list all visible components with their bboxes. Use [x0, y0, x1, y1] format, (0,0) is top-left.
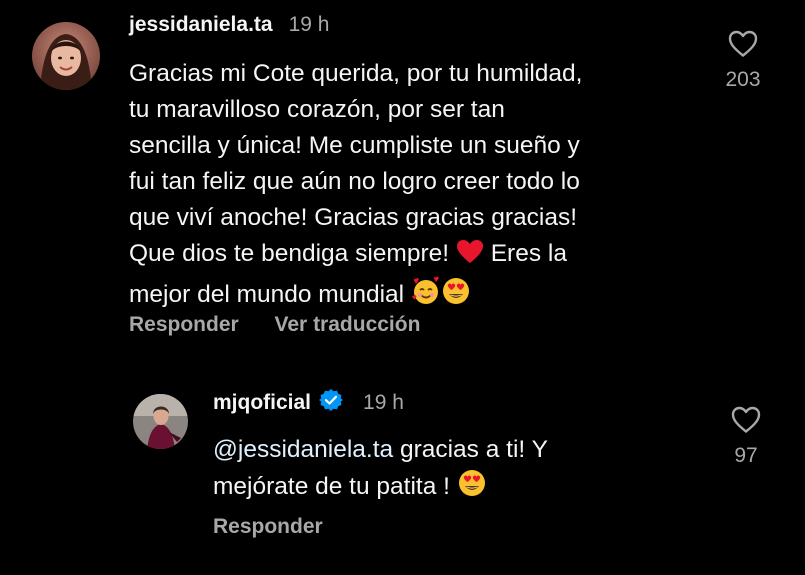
reply-text-line: mejórate de tu patita !	[213, 468, 693, 509]
comment-username[interactable]: jessidaniela.ta	[129, 13, 273, 37]
comment-text-line: tu maravilloso corazón, por ser tan	[129, 96, 505, 123]
heart-outline-icon[interactable]	[731, 406, 761, 434]
reply-button[interactable]: Responder	[213, 515, 323, 538]
smiling-face-with-hearts-emoji	[411, 276, 441, 317]
comment-text-line: Gracias mi Cote querida, por tu humildad…	[129, 60, 583, 87]
reply-text-line: @jessidaniela.ta gracias a ti! Y	[213, 432, 693, 468]
see-translation-button[interactable]: Ver traducción	[275, 313, 421, 336]
comment-like-group: 203	[713, 30, 773, 92]
verified-badge-icon	[319, 388, 344, 418]
comment-header: jessidaniela.ta 19 h	[129, 11, 329, 39]
heart-eyes-emoji	[457, 468, 487, 509]
comment-text-line: que viví anoche! Gracias gracias gracias…	[129, 204, 578, 231]
reply-text-segment: gracias a ti! Y	[393, 436, 548, 463]
reply-header: mjqoficial 19 h	[213, 388, 404, 418]
reply-text: @jessidaniela.ta gracias a ti! Y mejórat…	[213, 432, 693, 509]
reply-like-group: 97	[716, 406, 776, 468]
comment-text-line: mejor del mundo mundial	[129, 276, 709, 317]
avatar-jessidaniela[interactable]	[32, 22, 100, 90]
comment-jessidaniela: jessidaniela.ta 19 h Gracias mi Cote que…	[0, 0, 805, 360]
reply-actions: Responder	[213, 515, 323, 539]
reply-time: 19 h	[363, 391, 404, 414]
comment-text-line: fui tan feliz que aún no logro creer tod…	[129, 168, 580, 195]
comment-text-segment: Que dios te bendiga siempre!	[129, 240, 450, 267]
comment-text: Gracias mi Cote querida, por tu humildad…	[129, 56, 709, 317]
comment-time: 19 h	[288, 13, 330, 36]
reply-text-segment: mejórate de tu patita !	[213, 473, 450, 500]
comment-text-segment: Eres la	[490, 240, 567, 267]
like-count: 97	[734, 444, 758, 467]
reply-username[interactable]: mjqoficial	[213, 391, 311, 415]
avatar-mjqoficial[interactable]	[133, 394, 188, 449]
red-heart-emoji	[456, 239, 484, 276]
comment-text-line: Que dios te bendiga siempre! Eres la	[129, 236, 709, 276]
comment-actions: Responder Ver traducción	[129, 313, 420, 337]
mention-link[interactable]: @jessidaniela.ta	[213, 436, 393, 463]
comment-text-line: sencilla y única! Me cumpliste un sueño …	[129, 132, 580, 159]
heart-eyes-emoji	[441, 276, 471, 317]
reply-mjqoficial: mjqoficial 19 h @jessidaniela.ta gracias…	[0, 360, 805, 575]
comment-text-segment: mejor del mundo mundial	[129, 281, 405, 308]
reply-button[interactable]: Responder	[129, 313, 239, 336]
heart-outline-icon[interactable]	[728, 30, 758, 58]
like-count: 203	[725, 68, 761, 91]
